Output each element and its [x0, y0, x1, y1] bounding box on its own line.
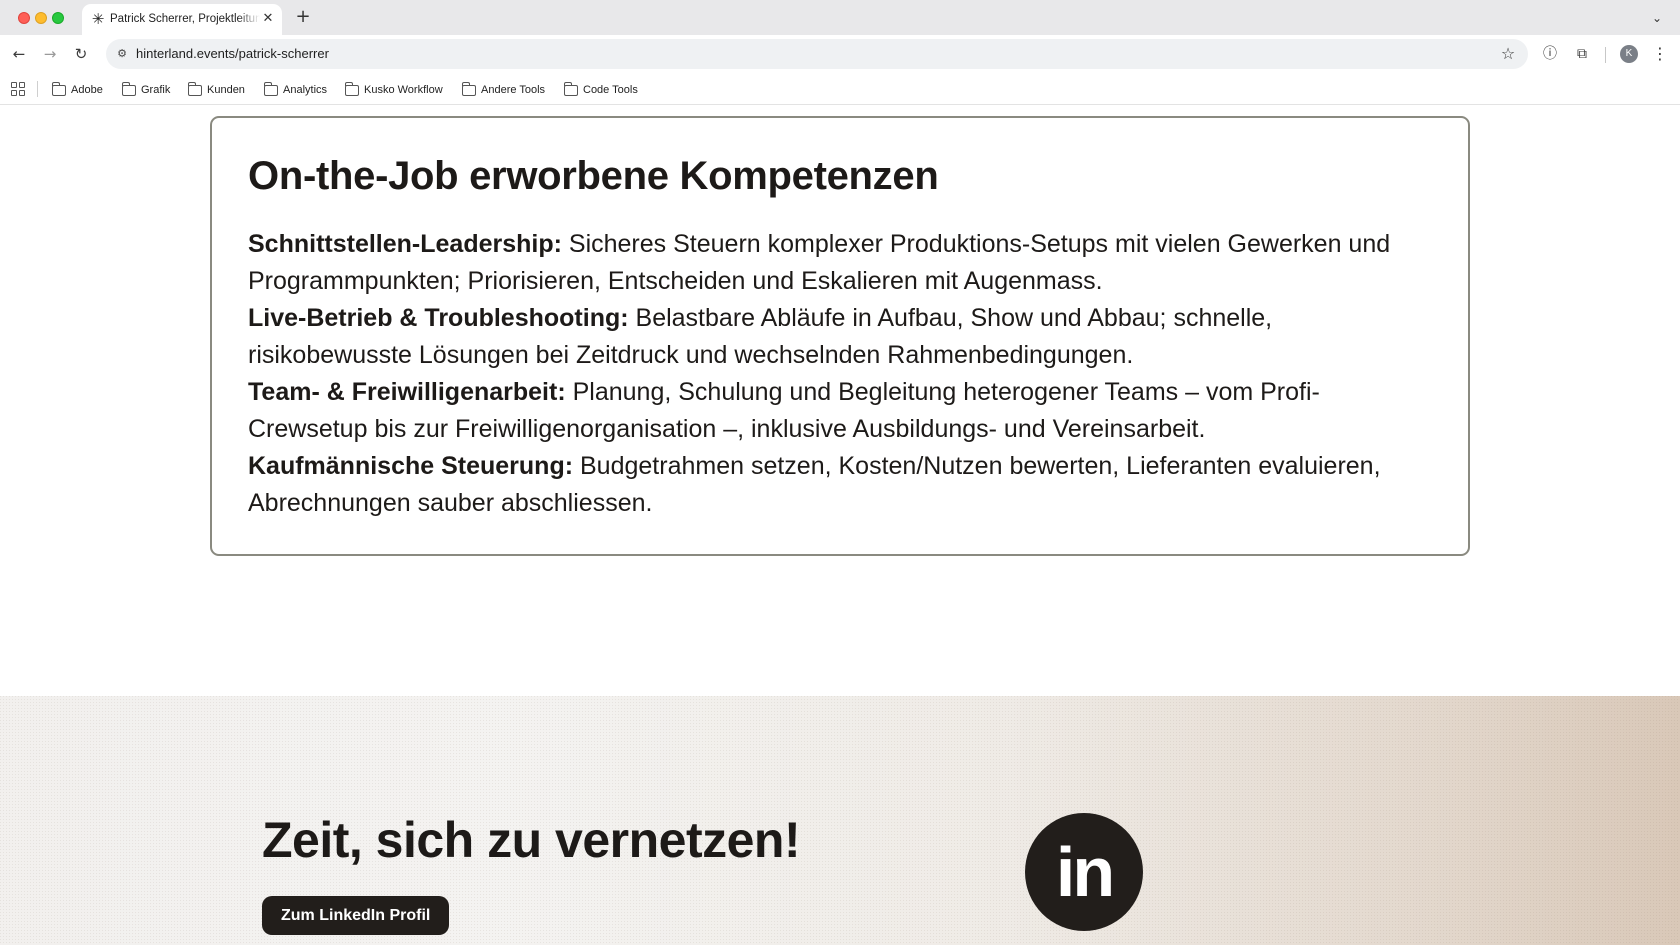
asterisk-favicon-icon: ✳: [91, 10, 105, 28]
competence-term: Live-Betrieb & Troubleshooting:: [248, 304, 629, 332]
competences-card: On-the-Job erworbene Kompetenzen Schnitt…: [210, 116, 1470, 556]
competence-term: Schnittstellen-Leadership:: [248, 230, 562, 258]
competence-term: Team- & Freiwilligenarbeit:: [248, 378, 566, 406]
onepassword-icon[interactable]: ⓘ: [1540, 44, 1560, 64]
url-text[interactable]: hinterland.events/patrick-scherrer: [136, 46, 329, 61]
address-bar[interactable]: ⚙ hinterland.events/patrick-scherrer ☆: [106, 39, 1528, 69]
connect-heading: Zeit, sich zu vernetzen!: [262, 812, 801, 868]
bookmark-folder-kusko-workflow[interactable]: Kusko Workflow: [344, 81, 443, 99]
bookmark-folder-kunden[interactable]: Kunden: [187, 81, 245, 99]
competence-item: Team- & Freiwilligenarbeit: Planung, Sch…: [248, 374, 1438, 448]
active-tab[interactable]: ✳ Patrick Scherrer, Projektleitung ✕: [82, 4, 282, 35]
linkedin-logo-icon[interactable]: in: [1025, 813, 1143, 931]
minimize-window-button[interactable]: [35, 12, 47, 24]
bookmark-label: Kusko Workflow: [364, 84, 443, 96]
bookmark-label: Andere Tools: [481, 84, 546, 96]
bookmark-label: Grafik: [141, 84, 171, 96]
bookmark-folder-grafik[interactable]: Grafik: [121, 81, 171, 99]
bookmarks-bar: Adobe Grafik Kunden Analytics Kusko Work…: [0, 73, 1680, 105]
bookmark-label: Adobe: [71, 84, 103, 96]
linkedin-profile-button[interactable]: Zum LinkedIn Profil: [262, 896, 450, 935]
competence-item: Live-Betrieb & Troubleshooting: Belastba…: [248, 300, 1438, 374]
competences-list: Schnittstellen-Leadership: Sicheres Steu…: [248, 226, 1438, 522]
bookmark-label: Code Tools: [583, 84, 638, 96]
bookmark-folder-adobe[interactable]: Adobe: [51, 81, 103, 99]
profile-avatar[interactable]: K: [1620, 45, 1638, 63]
new-tab-button[interactable]: +: [293, 7, 313, 27]
folder-icon: [263, 81, 278, 96]
star-icon[interactable]: ☆: [1498, 44, 1518, 64]
bookmarks-divider: [37, 81, 38, 97]
folder-icon: [187, 81, 202, 96]
maximize-window-button[interactable]: [52, 12, 64, 24]
close-window-button[interactable]: [18, 12, 30, 24]
folder-icon: [563, 81, 578, 96]
competence-item: Schnittstellen-Leadership: Sicheres Steu…: [248, 226, 1438, 300]
back-arrow-icon[interactable]: ←: [9, 44, 29, 64]
competence-term: Kaufmännische Steuerung:: [248, 452, 574, 480]
page-viewport[interactable]: On-the-Job erworbene Kompetenzen Schnitt…: [0, 106, 1680, 945]
bookmark-folder-analytics[interactable]: Analytics: [263, 81, 328, 99]
close-tab-icon[interactable]: ✕: [260, 11, 276, 27]
bookmark-folder-code-tools[interactable]: Code Tools: [563, 81, 638, 99]
tab-strip: ✳ Patrick Scherrer, Projektleitung ✕ + ⌄: [0, 0, 1680, 35]
kebab-menu-icon[interactable]: ⋮: [1650, 44, 1670, 64]
competence-item: Kaufmännische Steuerung: Budgetrahmen se…: [248, 448, 1438, 522]
toolbar-divider: [1605, 47, 1606, 63]
bookmark-folder-andere-tools[interactable]: Andere Tools: [461, 81, 546, 99]
bookmark-label: Analytics: [283, 84, 328, 96]
puzzle-icon[interactable]: ⧉: [1572, 44, 1592, 64]
bookmark-label: Kunden: [207, 84, 245, 96]
folder-icon: [51, 81, 66, 96]
competences-heading: On-the-Job erworbene Kompetenzen: [248, 154, 939, 198]
reload-icon[interactable]: ↻: [71, 44, 91, 64]
forward-arrow-icon[interactable]: →: [40, 44, 60, 64]
apps-grid-icon[interactable]: [10, 81, 26, 97]
tab-search-chevron-icon[interactable]: ⌄: [1648, 9, 1666, 27]
connect-section: Zeit, sich zu vernetzen! Zum LinkedIn Pr…: [0, 696, 1680, 945]
browser-toolbar: ← → ↻ ⚙ hinterland.events/patrick-scherr…: [0, 35, 1680, 73]
tab-title: Patrick Scherrer, Projektleitung: [110, 13, 260, 25]
folder-icon: [121, 81, 136, 96]
site-settings-icon[interactable]: ⚙: [114, 46, 130, 62]
folder-icon: [461, 81, 476, 96]
folder-icon: [344, 81, 359, 96]
